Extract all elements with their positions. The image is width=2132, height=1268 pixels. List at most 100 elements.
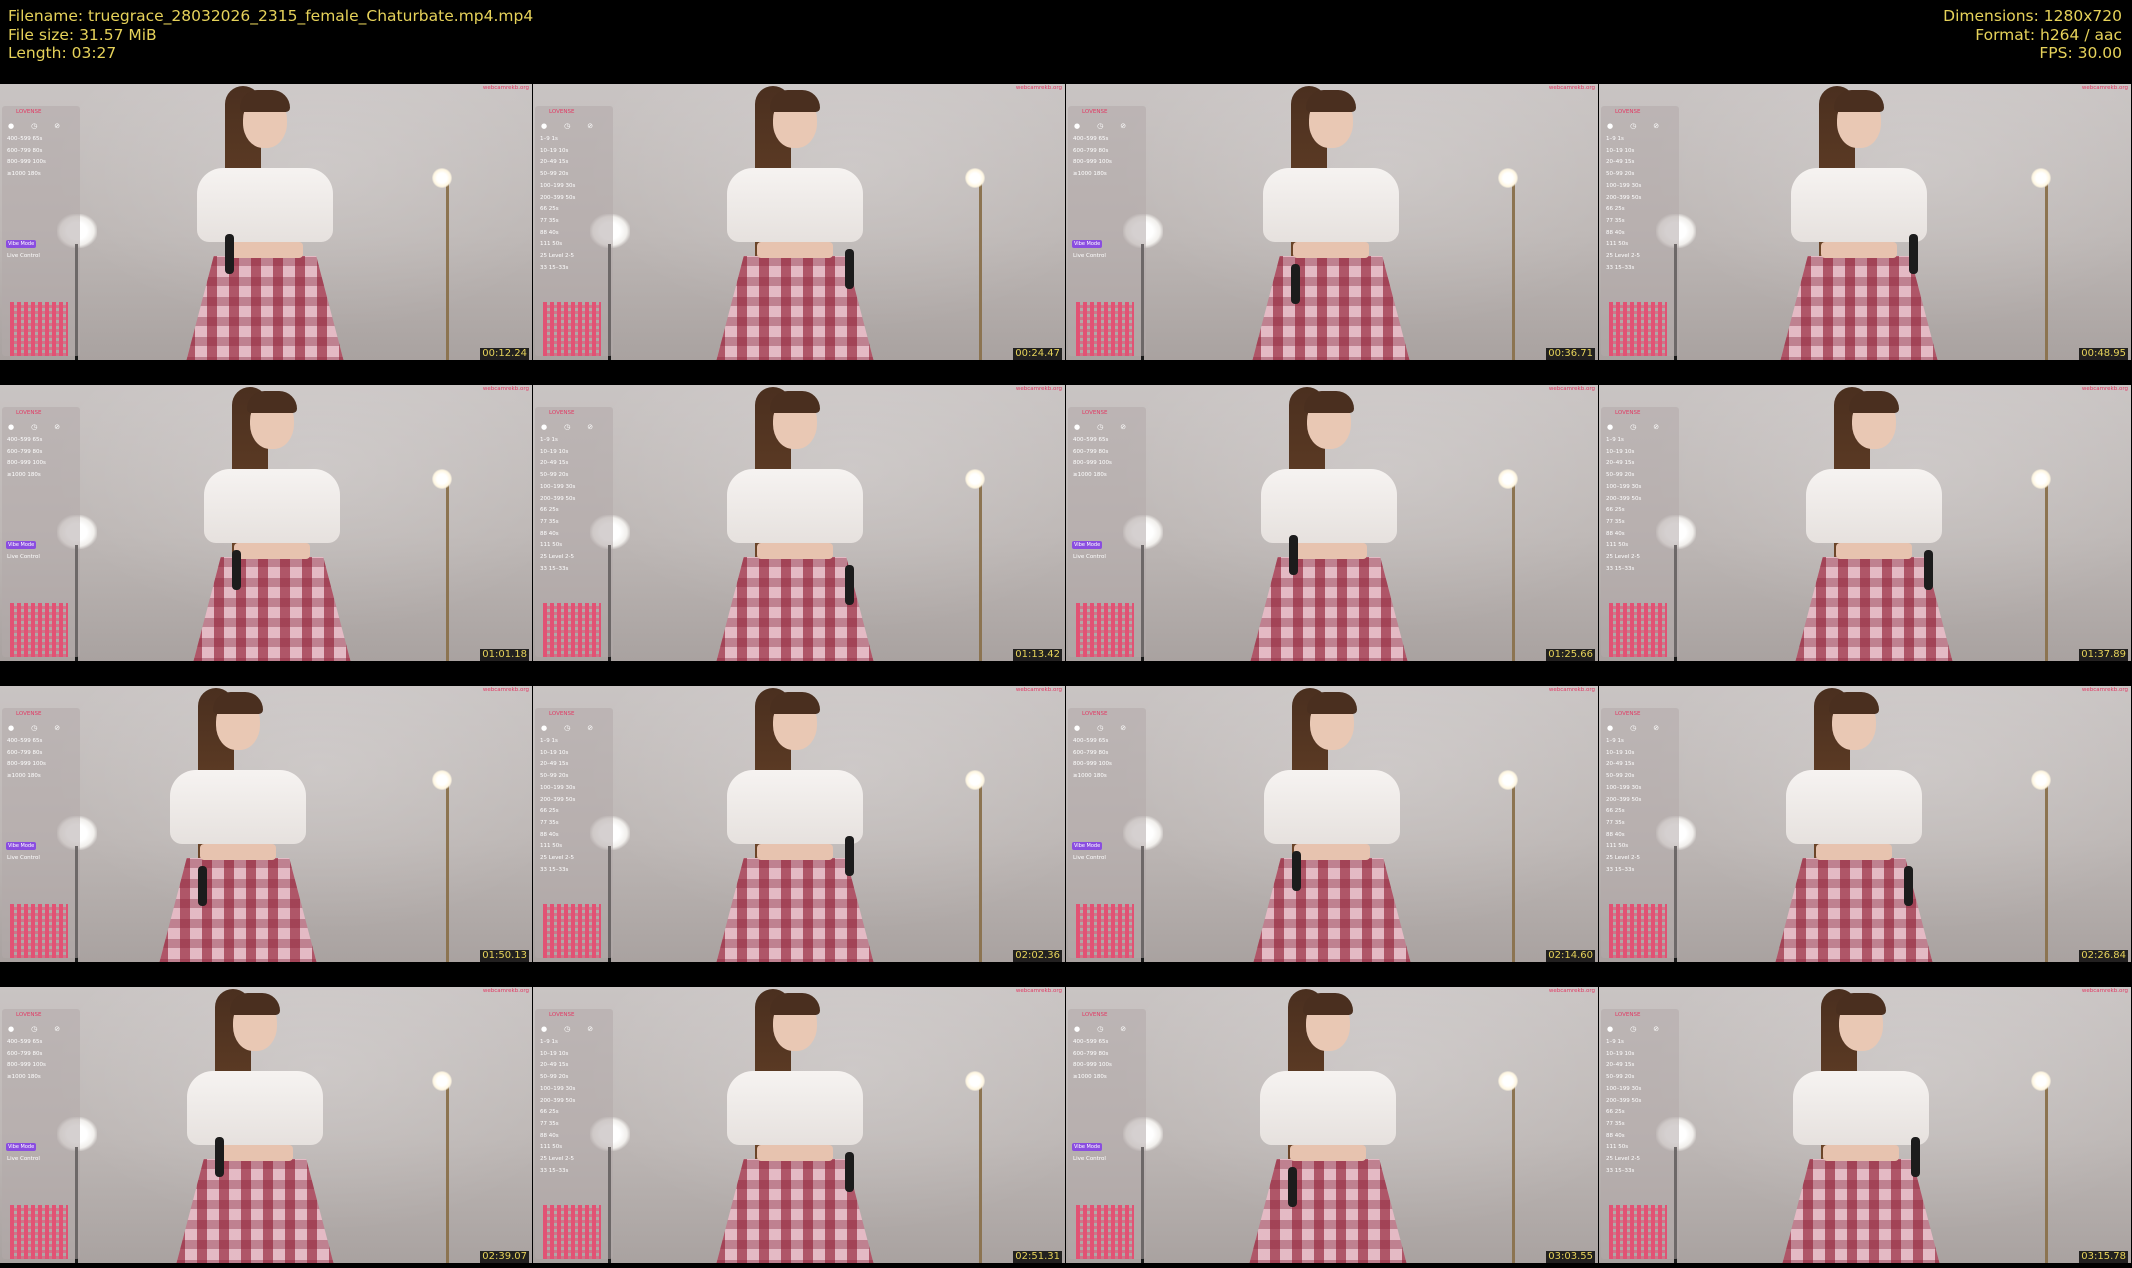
video-thumbnail[interactable]: LOVENSE ● ◷ ⊘ 1–9 1s 10–19 10s 20–49 15s 50–9… bbox=[533, 84, 1065, 360]
tip-level-row: 600–799 80s bbox=[1073, 1050, 1109, 1057]
tip-level-row: 77 35s bbox=[1606, 217, 1625, 224]
clock-icon: ◷ bbox=[31, 724, 38, 732]
video-thumbnail[interactable]: LOVENSE ● ◷ ⊘ 400–599 65s 600–799 80s 800–99… bbox=[0, 686, 532, 962]
video-thumbnail[interactable]: LOVENSE ● ◷ ⊘ 1–9 1s 10–19 10s 20–49 15s 50–9… bbox=[533, 385, 1065, 661]
tip-level-row: 600–799 80s bbox=[7, 448, 43, 455]
tip-menu-overlay: LOVENSE ● ◷ ⊘ 1–9 1s 10–19 10s 20–49 15s 50–9… bbox=[1601, 106, 1679, 356]
tip-level-row: 10–19 10s bbox=[540, 147, 569, 154]
tip-level-row: 200–399 50s bbox=[1606, 1097, 1642, 1104]
overlay-brand: LOVENSE bbox=[16, 410, 42, 416]
clock-icon: ◷ bbox=[1630, 423, 1637, 431]
floor-lamp bbox=[446, 179, 449, 360]
watermark-text: webcamrekb.org bbox=[1548, 687, 1595, 693]
tip-level-row: 200–399 50s bbox=[1606, 495, 1642, 502]
tip-level-row: 111 50s bbox=[1606, 241, 1629, 248]
tip-menu-overlay: LOVENSE ● ◷ ⊘ 1–9 1s 10–19 10s 20–49 15s 50–9… bbox=[535, 1009, 613, 1259]
tip-level-row: 20–49 15s bbox=[1606, 159, 1635, 166]
tip-level-row: 600–799 80s bbox=[7, 749, 43, 756]
coin-icon: ● bbox=[8, 724, 15, 732]
qr-code-icon bbox=[10, 1205, 68, 1259]
coin-icon: ● bbox=[541, 724, 548, 732]
tip-level-row: 33 15–33s bbox=[1606, 866, 1635, 873]
tip-level-row: 20–49 15s bbox=[540, 159, 569, 166]
tip-level-row: 400–599 65s bbox=[7, 738, 43, 744]
white-blouse bbox=[727, 1071, 863, 1145]
thumbnail-timestamp: 03:15.78 bbox=[2079, 1251, 2128, 1263]
tip-level-row: 400–599 65s bbox=[7, 1039, 43, 1045]
midriff bbox=[757, 543, 833, 559]
white-blouse bbox=[170, 770, 306, 844]
video-thumbnail[interactable]: LOVENSE ● ◷ ⊘ 400–599 65s 600–799 80s 800–99… bbox=[0, 84, 532, 360]
tip-level-row: 88 40s bbox=[540, 831, 559, 838]
video-thumbnail[interactable]: LOVENSE ● ◷ ⊘ 1–9 1s 10–19 10s 20–49 15s 50–9… bbox=[1599, 385, 2131, 661]
thumbnail-timestamp: 03:03.55 bbox=[1546, 1251, 1595, 1263]
white-blouse bbox=[1806, 469, 1942, 543]
tip-levels-list: 1–9 1s 10–19 10s 20–49 15s 50–99 20s 100–199… bbox=[540, 134, 575, 274]
tip-level-row: 100–199 30s bbox=[1606, 1085, 1642, 1092]
floor-lamp bbox=[2045, 480, 2048, 661]
qr-code-icon bbox=[543, 603, 601, 657]
video-thumbnail[interactable]: LOVENSE ● ◷ ⊘ 1–9 1s 10–19 10s 20–49 15s 50–9… bbox=[533, 987, 1065, 1263]
tip-level-row: 10–19 10s bbox=[540, 448, 569, 455]
clock-icon: ◷ bbox=[1097, 423, 1104, 431]
midriff bbox=[1836, 543, 1912, 559]
video-thumbnail[interactable]: LOVENSE ● ◷ ⊘ 400–599 65s 600–799 80s 800–99… bbox=[1066, 686, 1598, 962]
tip-level-row: 1–9 1s bbox=[540, 738, 558, 744]
vibe-mode-badge: Vibe Mode bbox=[1072, 541, 1103, 549]
tip-level-row: 1–9 1s bbox=[540, 136, 558, 142]
video-thumbnail[interactable]: LOVENSE ● ◷ ⊘ 400–599 65s 600–799 80s 800–99… bbox=[1066, 385, 1598, 661]
tip-level-row: 1–9 1s bbox=[1606, 738, 1624, 744]
overlay-icon-row: ● ◷ ⊘ bbox=[8, 122, 77, 130]
tip-level-row: 66 25s bbox=[1606, 206, 1625, 213]
vibe-mode-badge: Vibe Mode bbox=[6, 842, 37, 850]
handheld-prop bbox=[1289, 535, 1298, 575]
coin-icon: ● bbox=[1074, 423, 1081, 431]
tip-levels-list: 400–599 65s 600–799 80s 800–999 100s ≥1000 … bbox=[1073, 1037, 1112, 1084]
tip-menu-overlay: LOVENSE ● ◷ ⊘ 400–599 65s 600–799 80s 800–99… bbox=[2, 708, 80, 958]
white-blouse bbox=[204, 469, 340, 543]
tip-level-row: 50–99 20s bbox=[540, 773, 569, 780]
white-blouse bbox=[1264, 770, 1400, 844]
overlay-icon-row: ● ◷ ⊘ bbox=[1607, 724, 1676, 732]
video-thumbnail[interactable]: LOVENSE ● ◷ ⊘ 400–599 65s 600–799 80s 800–99… bbox=[1066, 84, 1598, 360]
midriff bbox=[217, 1145, 293, 1161]
lamp-bulb-icon bbox=[965, 1071, 985, 1091]
video-thumbnail[interactable]: LOVENSE ● ◷ ⊘ 1–9 1s 10–19 10s 20–49 15s 50–9… bbox=[1599, 686, 2131, 962]
floor-lamp bbox=[1512, 480, 1515, 661]
coin-icon: ● bbox=[541, 423, 548, 431]
overlay-brand: LOVENSE bbox=[549, 109, 575, 115]
qr-code-icon bbox=[1609, 603, 1667, 657]
video-thumbnail[interactable]: LOVENSE ● ◷ ⊘ 1–9 1s 10–19 10s 20–49 15s 50–9… bbox=[1599, 987, 2131, 1263]
video-thumbnail[interactable]: LOVENSE ● ◷ ⊘ 1–9 1s 10–19 10s 20–49 15s 50–9… bbox=[533, 686, 1065, 962]
tip-level-row: ≥1000 180s bbox=[7, 1074, 41, 1081]
tip-level-row: ≥1000 180s bbox=[1073, 773, 1107, 780]
video-thumbnail[interactable]: LOVENSE ● ◷ ⊘ 1–9 1s 10–19 10s 20–49 15s 50–9… bbox=[1599, 84, 2131, 360]
tip-level-row: 100–199 30s bbox=[1606, 483, 1642, 490]
bangs bbox=[1836, 993, 1886, 1015]
handheld-prop bbox=[215, 1137, 224, 1177]
vibe-icon: ⊘ bbox=[1120, 1025, 1127, 1033]
tip-level-row: 66 25s bbox=[1606, 1109, 1625, 1116]
tip-menu-overlay: LOVENSE ● ◷ ⊘ 1–9 1s 10–19 10s 20–49 15s 50–9… bbox=[1601, 1009, 1679, 1259]
tip-level-row: 25 Level 2-5 bbox=[540, 1156, 574, 1163]
tip-level-row: 88 40s bbox=[1606, 530, 1625, 537]
video-thumbnail[interactable]: LOVENSE ● ◷ ⊘ 400–599 65s 600–799 80s 800–99… bbox=[0, 385, 532, 661]
midriff bbox=[234, 543, 310, 559]
floor-lamp bbox=[446, 781, 449, 962]
video-thumbnail[interactable]: LOVENSE ● ◷ ⊘ 400–599 65s 600–799 80s 800–99… bbox=[1066, 987, 1598, 1263]
tip-levels-list: 400–599 65s 600–799 80s 800–999 100s ≥1000 … bbox=[7, 1037, 46, 1084]
white-blouse bbox=[727, 770, 863, 844]
tip-level-row: 200–399 50s bbox=[540, 796, 576, 803]
watermark-text: webcamrekb.org bbox=[482, 988, 529, 994]
tip-level-row: ≥1000 180s bbox=[7, 171, 41, 178]
tip-menu-overlay: LOVENSE ● ◷ ⊘ 400–599 65s 600–799 80s 800–99… bbox=[2, 1009, 80, 1259]
overlay-icon-row: ● ◷ ⊘ bbox=[8, 423, 77, 431]
tip-level-row: 400–599 65s bbox=[1073, 437, 1109, 443]
handheld-prop bbox=[845, 836, 854, 876]
floor-lamp bbox=[1512, 1082, 1515, 1263]
tip-level-row: 10–19 10s bbox=[540, 749, 569, 756]
bangs bbox=[247, 391, 297, 413]
video-thumbnail[interactable]: LOVENSE ● ◷ ⊘ 400–599 65s 600–799 80s 800–99… bbox=[0, 987, 532, 1263]
tip-level-row: 800–999 100s bbox=[7, 460, 46, 467]
tip-level-row: 800–999 100s bbox=[1073, 460, 1112, 467]
